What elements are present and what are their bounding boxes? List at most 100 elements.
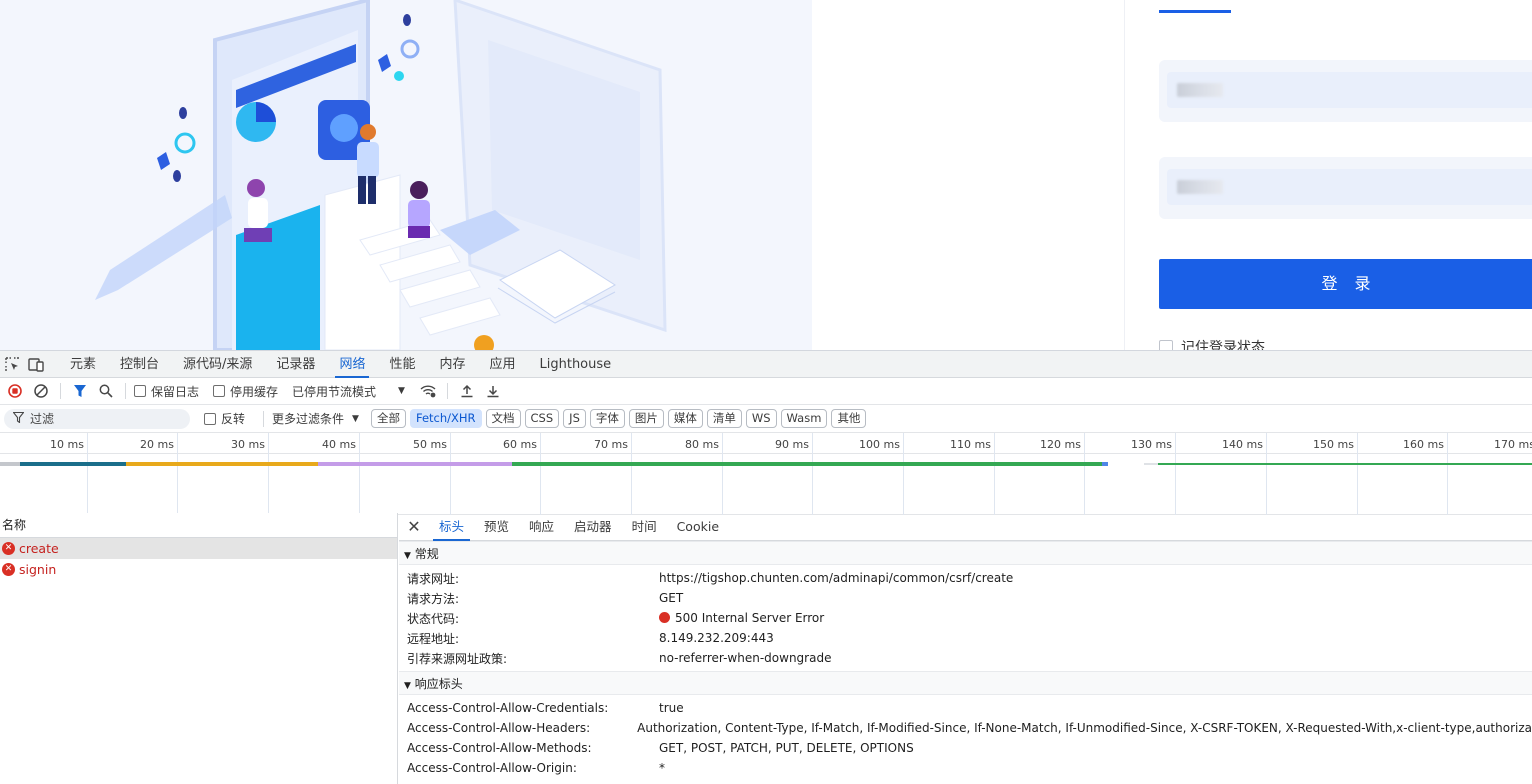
header-value[interactable]: GET	[659, 591, 683, 605]
header-row-status-code: 状态代码: 500 Internal Server Error	[399, 608, 1532, 628]
timeline-gridline	[1357, 433, 1358, 515]
remember-login-checkbox[interactable]: 记住登录状态	[1159, 337, 1265, 350]
header-value[interactable]: https://tigshop.chunten.com/adminapi/com…	[659, 571, 1013, 585]
preserve-log-checkbox[interactable]: 保留日志	[134, 383, 199, 400]
request-row-signin[interactable]: ✕ signin	[0, 559, 397, 580]
checkbox-box[interactable]	[204, 412, 216, 425]
timeline-tick-label: 10 ms	[50, 438, 84, 451]
header-key: 引荐来源网址政策:	[407, 651, 508, 666]
filter-icon[interactable]	[69, 380, 91, 402]
timeline-gridline	[359, 433, 360, 515]
tab-console[interactable]: 控制台	[108, 351, 171, 378]
timeline-gridline	[812, 433, 813, 515]
chip-media[interactable]: 媒体	[667, 409, 703, 428]
chip-fetch-xhr[interactable]: Fetch/XHR	[409, 409, 482, 428]
tab-initiator[interactable]: 启动器	[564, 513, 622, 541]
tab-headers[interactable]: 标头	[429, 513, 474, 541]
timeline-gridline	[722, 433, 723, 515]
close-icon[interactable]: ✕	[399, 517, 429, 536]
login-button[interactable]: 登 录	[1159, 259, 1532, 309]
timeline-gridline	[903, 433, 904, 515]
header-row-request-method: 请求方法: GET	[399, 588, 1532, 608]
timeline-tick-label: 100 ms	[859, 438, 900, 451]
chip-css[interactable]: CSS	[524, 409, 560, 428]
tab-cookies[interactable]: Cookie	[667, 513, 729, 541]
username-field[interactable]	[1159, 60, 1532, 122]
timeline-tick-label: 80 ms	[685, 438, 719, 451]
timeline-tick-label: 130 ms	[1131, 438, 1172, 451]
timeline-tick-label: 110 ms	[950, 438, 991, 451]
header-value[interactable]: 8.149.232.209:443	[659, 631, 774, 645]
search-icon[interactable]	[95, 380, 117, 402]
login-illustration	[0, 0, 812, 350]
column-header-name[interactable]: 名称	[0, 513, 397, 538]
throttling-select[interactable]: 已停用节流模式 ▼	[292, 383, 405, 400]
more-filters-label: 更多过滤条件	[272, 412, 345, 426]
export-har-icon[interactable]	[482, 380, 504, 402]
checkbox-box[interactable]	[213, 385, 226, 397]
chip-other[interactable]: 其他	[831, 409, 867, 428]
chip-manifest[interactable]: 清单	[706, 409, 742, 428]
chip-doc[interactable]: 文档	[485, 409, 521, 428]
chip-js[interactable]: JS	[563, 409, 586, 428]
devtools-panel: 元素 控制台 源代码/来源 记录器 网络 性能 内存 应用 Lighthouse…	[0, 350, 1532, 784]
more-filters-dropdown[interactable]: 更多过滤条件 ▼	[272, 410, 359, 427]
chip-ws[interactable]: WS	[745, 409, 777, 428]
header-value[interactable]: Authorization, Content-Type, If-Match, I…	[637, 721, 1532, 735]
header-value[interactable]: GET, POST, PATCH, PUT, DELETE, OPTIONS	[659, 741, 914, 755]
tab-network[interactable]: 网络	[327, 351, 377, 378]
tab-preview[interactable]: 预览	[474, 513, 519, 541]
disable-cache-checkbox[interactable]: 停用缓存	[213, 383, 278, 400]
request-row-create[interactable]: ✕ create	[0, 538, 397, 559]
clear-icon[interactable]	[30, 380, 52, 402]
timeline-tick-label: 30 ms	[231, 438, 265, 451]
header-value[interactable]: *	[659, 761, 665, 775]
tab-timing[interactable]: 时间	[622, 513, 667, 541]
import-har-icon[interactable]	[456, 380, 478, 402]
device-toolbar-icon[interactable]	[24, 353, 48, 375]
chip-font[interactable]: 字体	[589, 409, 625, 428]
header-row-acac: Access-Control-Allow-Credentials: true	[399, 698, 1532, 718]
tab-lighthouse[interactable]: Lighthouse	[528, 351, 624, 378]
invert-checkbox[interactable]: 反转	[204, 410, 245, 427]
section-response-headers-header[interactable]: ▼ 响应标头	[399, 671, 1532, 695]
chip-all[interactable]: 全部	[370, 409, 406, 428]
header-key: Access-Control-Allow-Origin:	[407, 761, 577, 775]
chip-img[interactable]: 图片	[628, 409, 664, 428]
inspect-element-icon[interactable]	[0, 353, 24, 375]
disable-cache-label: 停用缓存	[230, 384, 279, 399]
header-value[interactable]: true	[659, 701, 684, 715]
header-value[interactable]: no-referrer-when-downgrade	[659, 651, 831, 665]
timeline-tick-label: 70 ms	[594, 438, 628, 451]
checkbox-box[interactable]	[1159, 340, 1173, 350]
network-split-view: 名称 ✕ create ✕ signin ✕ 标头 预览 响应 启动器 时间 C…	[0, 513, 1532, 784]
details-tabs: ✕ 标头 预览 响应 启动器 时间 Cookie	[399, 513, 1532, 541]
timeline-tick-label: 140 ms	[1222, 438, 1263, 451]
tab-elements[interactable]: 元素	[58, 351, 108, 378]
section-general-header[interactable]: ▼ 常规	[399, 541, 1532, 565]
password-field[interactable]	[1159, 157, 1532, 219]
network-overview-timeline[interactable]: 10 ms 20 ms 30 ms 40 ms 50 ms 60 ms 70 ms 80 ms…	[0, 433, 1532, 515]
tab-memory[interactable]: 内存	[427, 351, 477, 378]
toolbar-divider	[60, 383, 61, 399]
tab-recorder[interactable]: 记录器	[264, 351, 327, 378]
chip-wasm[interactable]: Wasm	[780, 409, 828, 428]
header-key: Access-Control-Allow-Methods:	[407, 741, 592, 755]
timeline-gridline	[268, 433, 269, 515]
checkbox-box[interactable]	[134, 385, 146, 397]
tab-application[interactable]: 应用	[477, 351, 527, 378]
status-error-dot-icon	[659, 612, 670, 623]
network-conditions-icon[interactable]	[417, 380, 439, 402]
tab-response[interactable]: 响应	[519, 513, 564, 541]
timeline-tick-label: 150 ms	[1313, 438, 1354, 451]
request-name: create	[19, 541, 59, 556]
timeline-gridline	[450, 433, 451, 515]
stop-recording-icon[interactable]	[4, 380, 26, 402]
tab-performance[interactable]: 性能	[377, 351, 427, 378]
triangle-down-icon: ▼	[404, 681, 411, 691]
timeline-gridline	[177, 433, 178, 515]
tab-sources[interactable]: 源代码/来源	[171, 351, 264, 378]
header-value-status[interactable]: 500 Internal Server Error	[659, 611, 824, 625]
network-filter-bar: 过滤 反转 更多过滤条件 ▼ 全部 Fetch/XHR 文档 CSS JS 字体…	[0, 405, 1532, 433]
filter-input[interactable]: 过滤	[4, 408, 190, 429]
